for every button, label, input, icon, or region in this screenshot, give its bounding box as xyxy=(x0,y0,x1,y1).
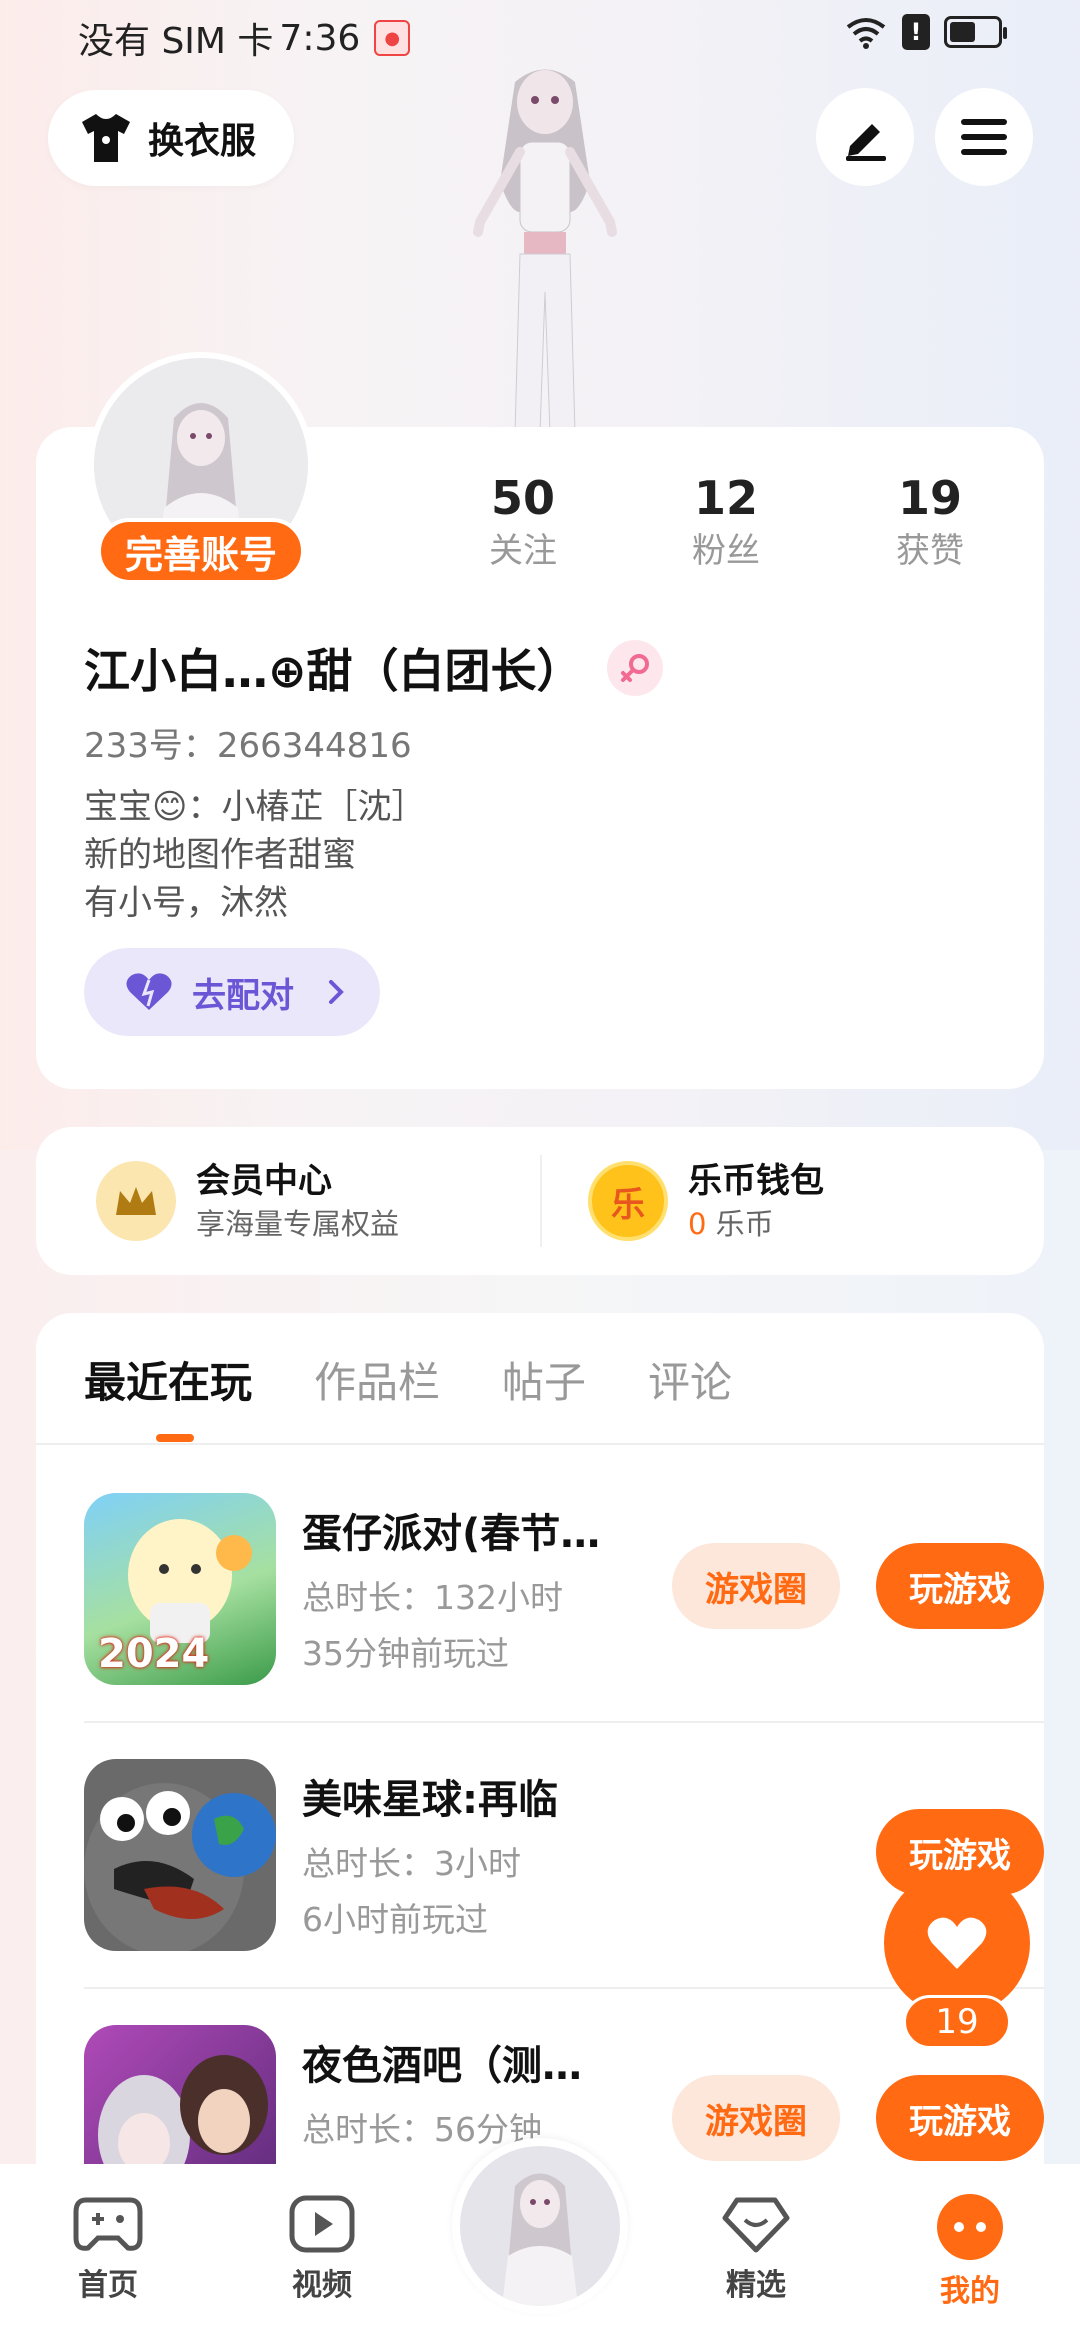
crown-icon xyxy=(96,1161,176,1241)
match-button[interactable]: 去配对 xyxy=(84,948,380,1036)
game-title: 夜色酒吧（测… xyxy=(302,2043,582,2089)
nav-video-label: 视频 xyxy=(292,2268,352,2303)
game-duration: 总时长：132小时 xyxy=(302,1578,563,1617)
game-last-played: 6小时前玩过 xyxy=(302,1900,488,1939)
bio-line: 新的地图作者甜蜜 xyxy=(84,835,356,875)
bio-line: 宝宝😊：小椿芷［沈］ xyxy=(84,787,426,827)
match-label: 去配对 xyxy=(192,975,294,1016)
stat-following[interactable]: 50 关注 xyxy=(443,470,603,576)
tabs-divider xyxy=(36,1443,1044,1445)
like-count-badge: 19 xyxy=(903,1995,1011,2049)
avatar-image xyxy=(502,2173,578,2306)
battery-icon xyxy=(944,16,1007,48)
stat-following-value: 50 xyxy=(490,471,555,525)
game-row[interactable]: 2024 蛋仔派对(春节… 总时长：132小时 35分钟前玩过 游戏圈 玩游戏 xyxy=(84,1493,1044,1759)
stat-likes-value: 19 xyxy=(897,471,962,525)
tab-recent-play[interactable]: 最近在玩 xyxy=(84,1353,252,1413)
game-title: 蛋仔派对(春节… xyxy=(302,1511,601,1557)
tab-bar: 最近在玩 作品栏 帖子 评论 xyxy=(84,1353,732,1413)
row-divider xyxy=(84,1721,1044,1723)
nav-featured[interactable]: 精选 xyxy=(696,2194,816,2304)
stat-likes-label: 获赞 xyxy=(896,531,964,571)
tab-indicator xyxy=(156,1434,194,1442)
le-coin-icon: 乐 xyxy=(588,1161,668,1241)
bio-line: 有小号，沐然 xyxy=(84,883,288,923)
member-center-title: 会员中心 xyxy=(196,1161,332,1201)
change-outfit-label: 换衣服 xyxy=(148,121,257,162)
wallet-balance: 0 乐币 xyxy=(688,1204,824,1244)
video-play-icon xyxy=(289,2195,355,2253)
tshirt-icon xyxy=(82,114,130,162)
game-circle-button[interactable]: 游戏圈 xyxy=(672,1543,840,1629)
nav-video[interactable]: 视频 xyxy=(262,2194,382,2304)
stat-fans-value: 12 xyxy=(693,471,758,525)
coin-char: 乐 xyxy=(611,1184,645,1225)
clock: 7:36 xyxy=(279,17,361,59)
alert-icon: ! xyxy=(902,14,930,50)
nav-me-label: 我的 xyxy=(940,2274,1000,2309)
heart-diamond-icon xyxy=(722,2197,790,2253)
stat-following-label: 关注 xyxy=(489,531,557,571)
play-game-button[interactable]: 玩游戏 xyxy=(876,1543,1044,1629)
nav-home[interactable]: 首页 xyxy=(48,2194,168,2304)
menu-button[interactable] xyxy=(935,88,1033,186)
nickname-row: 江小白…⊕甜（白团长） xyxy=(84,635,663,701)
benefit-card: 会员中心 享海量专属权益 乐 乐币钱包 0 乐币 xyxy=(36,1127,1044,1275)
center-avatar-button[interactable] xyxy=(452,2138,628,2314)
member-center[interactable]: 会员中心 享海量专属权益 xyxy=(96,1127,399,1275)
stat-fans[interactable]: 12 粉丝 xyxy=(646,470,806,576)
face-icon xyxy=(937,2194,1003,2260)
status-left: 没有 SIM 卡 7:36 ● xyxy=(78,12,411,64)
gamepad-icon xyxy=(73,2197,143,2251)
stat-likes[interactable]: 19 获赞 xyxy=(850,470,1010,576)
carrier-text: 没有 SIM 卡 xyxy=(78,21,274,62)
wifi-icon xyxy=(846,18,886,49)
tab-works[interactable]: 作品栏 xyxy=(314,1353,440,1413)
nav-home-label: 首页 xyxy=(78,2268,138,2303)
game-cover-text: 2024 xyxy=(98,1631,210,1677)
game-duration: 总时长：3小时 xyxy=(302,1844,521,1883)
game-cover-eggy-party: 2024 xyxy=(84,1493,276,1685)
wallet-amount: 0 xyxy=(688,1207,707,1241)
tab-comments[interactable]: 评论 xyxy=(648,1353,732,1413)
play-game-button[interactable]: 玩游戏 xyxy=(876,2075,1044,2161)
nav-featured-label: 精选 xyxy=(726,2268,786,2303)
complete-account-button[interactable]: 完善账号 xyxy=(97,518,305,584)
game-cover-tasty-planet xyxy=(84,1759,276,1951)
user-id: 233号：266344816 xyxy=(84,726,412,766)
wallet[interactable]: 乐 乐币钱包 0 乐币 xyxy=(588,1127,824,1275)
stat-fans-label: 粉丝 xyxy=(692,531,760,571)
heart-icon xyxy=(927,1917,987,1969)
benefit-divider xyxy=(540,1155,542,1247)
app-notification-icon: ● xyxy=(374,20,411,56)
game-circle-button[interactable]: 游戏圈 xyxy=(672,2075,840,2161)
nickname: 江小白…⊕甜（白团长） xyxy=(84,644,583,698)
edit-profile-button[interactable] xyxy=(816,88,914,186)
pen-icon xyxy=(846,124,886,161)
member-center-subtitle: 享海量专属权益 xyxy=(196,1207,400,1241)
wallet-unit: 乐币 xyxy=(715,1207,774,1241)
game-last-played: 35分钟前玩过 xyxy=(302,1634,509,1673)
female-gender-icon xyxy=(606,640,663,696)
status-right: ! xyxy=(844,14,1007,50)
game-title: 美味星球:再临 xyxy=(302,1777,558,1823)
nav-me[interactable]: 我的 xyxy=(910,2194,1030,2310)
hamburger-menu-icon xyxy=(961,119,1007,155)
tab-posts[interactable]: 帖子 xyxy=(502,1353,586,1413)
wallet-title: 乐币钱包 xyxy=(688,1161,824,1201)
chevron-right-icon xyxy=(329,980,344,1004)
avatar-3d-figure[interactable] xyxy=(440,62,650,432)
change-outfit-button[interactable]: 换衣服 xyxy=(48,90,294,186)
bio: 宝宝😊：小椿芷［沈］ 新的地图作者甜蜜 有小号，沐然 xyxy=(84,783,425,927)
heart-icon xyxy=(126,973,172,1010)
